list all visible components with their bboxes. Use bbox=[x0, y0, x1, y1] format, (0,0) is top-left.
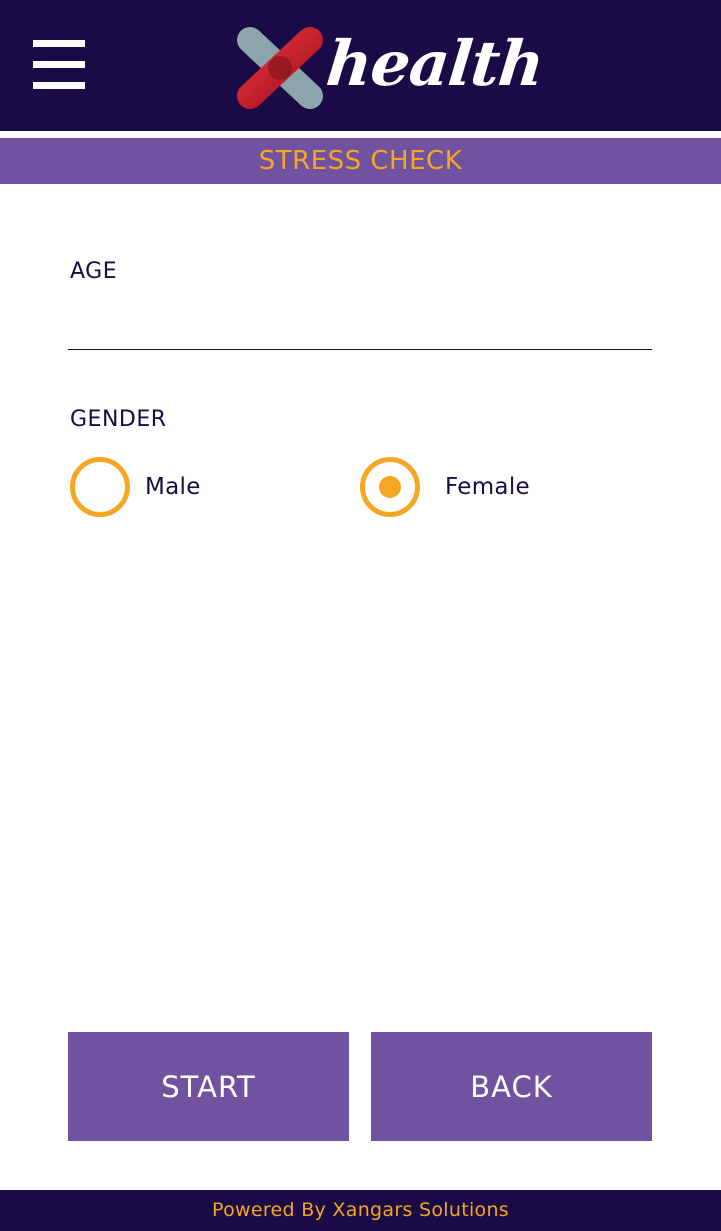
app-footer: Powered By Xangars Solutions bbox=[0, 1190, 721, 1231]
radio-dot-icon bbox=[379, 476, 401, 498]
radio-unselected-icon[interactable] bbox=[70, 457, 130, 517]
page-title: STRESS CHECK bbox=[258, 146, 463, 176]
x-cross-logo-icon bbox=[237, 27, 323, 109]
gender-radio-female[interactable]: Female bbox=[360, 457, 580, 517]
start-button[interactable]: START bbox=[68, 1032, 349, 1141]
radio-label-female: Female bbox=[445, 474, 530, 500]
age-input[interactable] bbox=[68, 296, 652, 350]
app-logo: health bbox=[232, 18, 547, 112]
app-header: health bbox=[0, 0, 721, 131]
stress-check-screen: health STRESS CHECK AGE GENDER Male Fema… bbox=[0, 0, 721, 1231]
logo-wordmark: health bbox=[323, 27, 547, 100]
radio-selected-icon[interactable] bbox=[360, 457, 420, 517]
radio-label-male: Male bbox=[145, 474, 201, 500]
age-label: AGE bbox=[70, 259, 118, 284]
back-button[interactable]: BACK bbox=[371, 1032, 652, 1141]
footer-credit: Powered By Xangars Solutions bbox=[212, 1199, 509, 1221]
gender-label: GENDER bbox=[70, 407, 167, 432]
hamburger-menu-icon[interactable] bbox=[33, 40, 85, 90]
gender-radio-male[interactable]: Male bbox=[70, 457, 270, 517]
page-title-bar: STRESS CHECK bbox=[0, 138, 721, 184]
